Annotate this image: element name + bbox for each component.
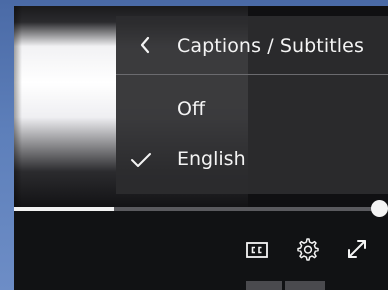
closed-captions-icon xyxy=(246,242,268,258)
captions-menu: Captions / Subtitles Off English xyxy=(116,16,388,194)
captions-menu-header: Captions / Subtitles xyxy=(116,16,388,74)
progress-bar[interactable] xyxy=(14,207,384,211)
progress-thumb[interactable] xyxy=(371,200,388,217)
checkmark-icon xyxy=(131,153,151,167)
fullscreen-button[interactable] xyxy=(344,236,370,262)
caption-option-label: English xyxy=(177,148,246,170)
control-bar-segment xyxy=(246,281,282,290)
fullscreen-icon xyxy=(348,240,366,258)
chevron-left-icon xyxy=(140,36,150,54)
control-bar-segment xyxy=(285,281,325,290)
caption-option-english[interactable]: English xyxy=(116,136,256,184)
caption-option-label: Off xyxy=(177,98,206,120)
menu-divider xyxy=(116,74,388,75)
captions-menu-title: Captions / Subtitles xyxy=(177,35,364,57)
caption-option-off[interactable]: Off xyxy=(116,86,256,134)
settings-button[interactable] xyxy=(294,236,320,262)
gear-icon xyxy=(297,238,319,261)
video-edge-shade xyxy=(14,6,22,208)
back-button[interactable] xyxy=(116,16,174,74)
video-player: Captions / Subtitles Off English xyxy=(14,6,388,290)
progress-fill xyxy=(14,207,114,211)
captions-button[interactable] xyxy=(244,237,270,263)
